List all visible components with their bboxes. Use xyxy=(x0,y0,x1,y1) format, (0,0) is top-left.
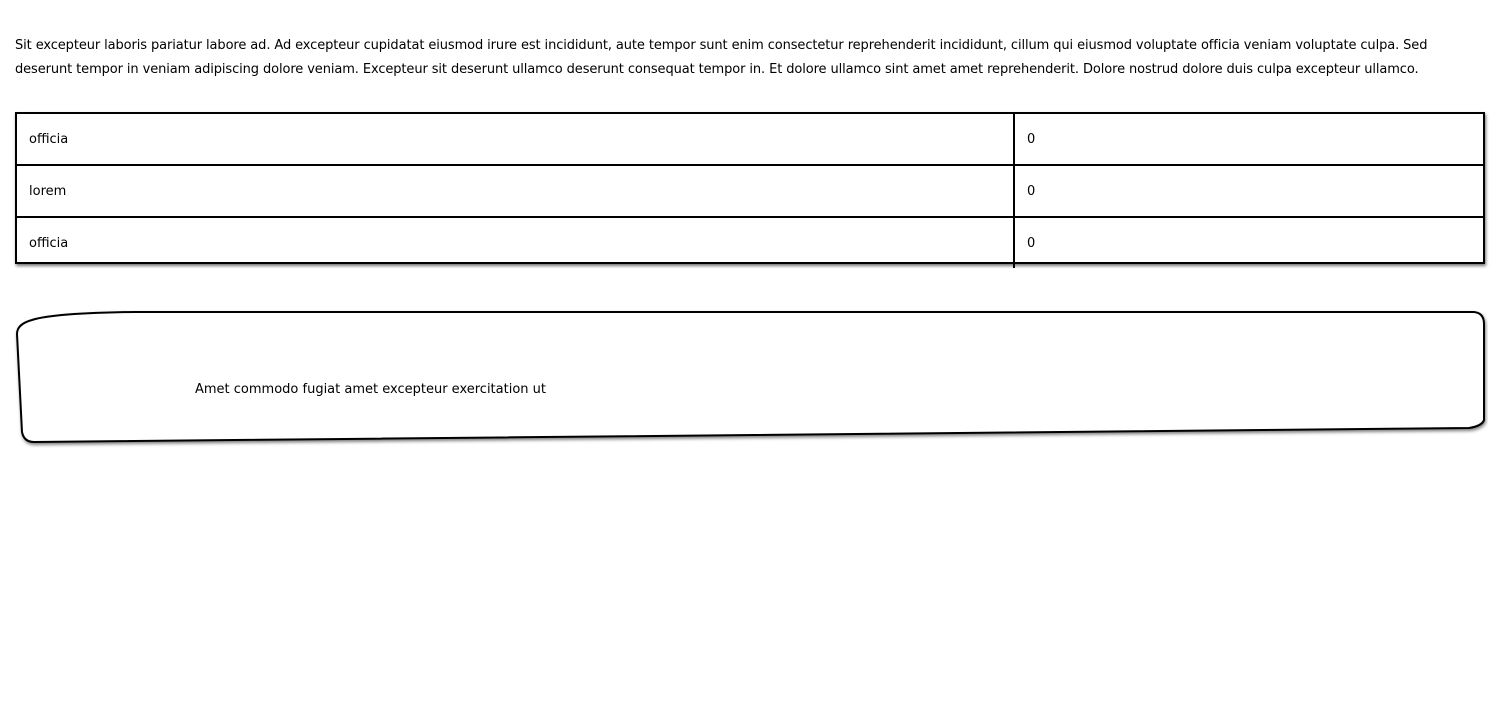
table-cell-label: officia xyxy=(17,216,1015,268)
table-row: officia 0 xyxy=(17,114,1483,166)
table-cell-value: 0 xyxy=(1013,164,1483,218)
table-row: officia 0 xyxy=(17,216,1483,268)
table-cell-value: 0 xyxy=(1013,114,1483,166)
data-table: officia 0 lorem 0 officia 0 xyxy=(17,114,1483,268)
card-text: Amet commodo fugiat amet excepteur exerc… xyxy=(195,382,546,397)
table-row: lorem 0 xyxy=(17,164,1483,218)
table-cell-label: officia xyxy=(17,114,1015,166)
table-cell-value: 0 xyxy=(1013,216,1483,268)
data-table-container: officia 0 lorem 0 officia 0 xyxy=(15,112,1485,268)
sketch-card-frame xyxy=(15,311,1485,444)
table-cell-label: lorem xyxy=(17,164,1015,218)
intro-paragraph: Sit excepteur laboris pariatur labore ad… xyxy=(15,38,1428,77)
